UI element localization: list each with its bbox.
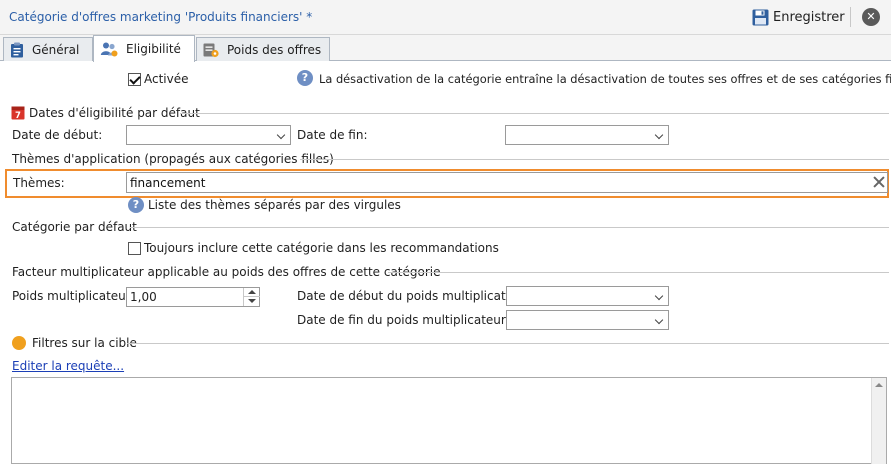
close-button[interactable]: ✕	[862, 8, 880, 26]
end-date-label: Date de fin:	[297, 128, 368, 142]
users-icon	[100, 42, 118, 57]
chevron-down-icon	[652, 126, 668, 144]
tab-label: Eligibilité	[126, 42, 181, 56]
always-include-checkbox[interactable]	[128, 242, 141, 255]
tab-eligibilite[interactable]: Eligibilité	[93, 35, 195, 62]
chevron-down-icon	[274, 126, 290, 144]
filters-section-title: Filtres sur la cible	[32, 336, 137, 350]
query-text-area[interactable]	[11, 377, 887, 464]
filter-status-icon	[12, 336, 26, 350]
weight-label: Poids multiplicateur:	[12, 289, 135, 303]
save-button[interactable]: Enregistrer	[752, 6, 845, 28]
weight-factor-section-title: Facteur multiplicateur applicable au poi…	[12, 265, 441, 279]
active-checkbox[interactable]	[128, 73, 141, 86]
weight-stepper[interactable]: 1,00	[126, 287, 260, 307]
help-icon: ?	[297, 70, 313, 86]
tab-poids-des-offres[interactable]: Poids des offres	[196, 37, 330, 61]
chevron-down-icon	[652, 287, 668, 305]
themes-help-text: Liste des thèmes séparés par des virgule…	[148, 198, 401, 212]
window-title: Catégorie d'offres marketing 'Produits f…	[9, 10, 313, 24]
calendar-icon-day: 7	[15, 111, 21, 120]
themes-input[interactable]	[126, 172, 888, 193]
start-date-label: Date de début:	[12, 128, 103, 142]
toolbar-separator	[850, 7, 851, 27]
weight-stepper-buttons	[243, 288, 260, 306]
tab-strip: Général Eligibilité Poids des offres	[0, 35, 891, 62]
clear-icon[interactable]	[870, 173, 888, 192]
weight-start-date-combo[interactable]	[506, 286, 669, 306]
themes-section-title: Thèmes d'application (propagés aux catég…	[12, 152, 334, 166]
calendar-icon: 7	[11, 106, 25, 120]
edit-query-link[interactable]: Editer la requête...	[12, 359, 124, 373]
default-category-section-title: Catégorie par défaut	[12, 220, 137, 234]
vertical-scrollbar[interactable]	[871, 378, 886, 464]
help-icon: ?	[128, 197, 144, 213]
scroll-up-icon[interactable]	[875, 383, 883, 387]
section-divider	[300, 159, 889, 160]
floppy-disk-icon	[752, 9, 769, 25]
spin-up-icon[interactable]	[244, 288, 260, 297]
end-date-combo[interactable]	[505, 125, 669, 145]
title-bar: Catégorie d'offres marketing 'Produits f…	[0, 0, 891, 35]
dates-section-label: Dates d'éligibilité par défaut	[29, 105, 200, 120]
section-divider	[180, 113, 889, 114]
save-button-label: Enregistrer	[773, 9, 845, 25]
section-divider	[388, 272, 889, 273]
tab-general[interactable]: Général	[3, 37, 93, 61]
active-label: Activée	[144, 72, 189, 86]
section-divider	[127, 343, 889, 344]
tab-label: Général	[32, 42, 80, 57]
weight-value: 1,00	[130, 290, 157, 304]
spin-down-icon[interactable]	[244, 297, 260, 306]
themes-label: Thèmes:	[13, 176, 65, 190]
active-help-text: La désactivation de la catégorie entraîn…	[319, 72, 891, 86]
tab-label: Poids des offres	[227, 42, 322, 57]
chevron-down-icon	[652, 311, 668, 329]
dates-section-title: 7 Dates d'éligibilité par défaut	[11, 105, 200, 120]
always-include-label: Toujours inclure cette catégorie dans le…	[144, 241, 499, 255]
weights-icon	[203, 43, 219, 57]
section-divider	[130, 227, 889, 228]
start-date-combo[interactable]	[126, 125, 291, 145]
weight-end-label: Date de fin du poids multiplicateur:	[297, 313, 510, 327]
clipboard-icon	[11, 42, 23, 57]
weight-start-label: Date de début du poids multiplicateur:	[297, 289, 530, 303]
weight-end-date-combo[interactable]	[506, 310, 669, 330]
